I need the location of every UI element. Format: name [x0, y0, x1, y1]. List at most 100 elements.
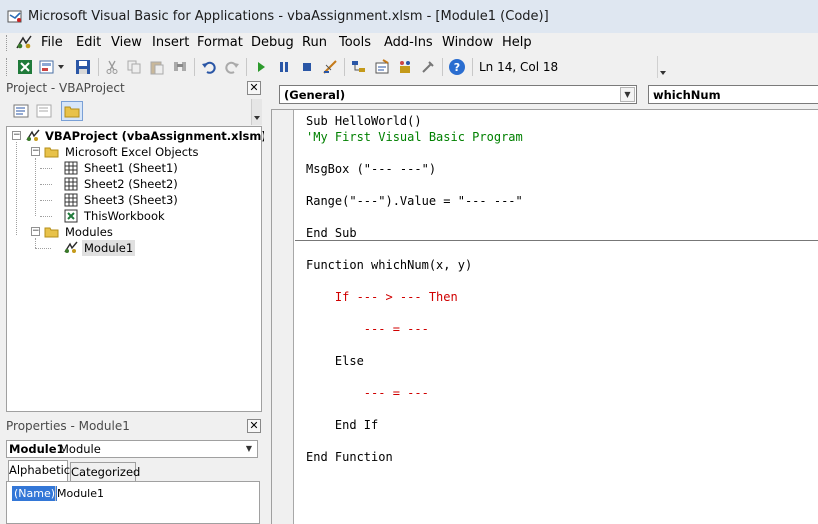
menu-window[interactable]: Window — [442, 35, 493, 50]
tab-categorized[interactable]: Categorized — [70, 462, 140, 482]
toolbar-options-button[interactable] — [657, 56, 669, 78]
vba-document-icon[interactable] — [14, 34, 34, 52]
menu-debug[interactable]: Debug — [251, 35, 294, 50]
cursor-position-status: Ln 14, Col 18 — [479, 60, 559, 74]
object-browser-icon[interactable] — [396, 58, 414, 76]
paste-icon[interactable] — [148, 58, 166, 76]
project-panel-close-button[interactable]: ✕ — [247, 81, 261, 95]
cut-icon[interactable] — [103, 58, 121, 76]
properties-window-icon[interactable] — [373, 58, 391, 76]
tree-line — [35, 238, 36, 248]
redo-icon[interactable] — [223, 58, 241, 76]
properties-object-name: Module1 — [9, 442, 65, 456]
folder-open-icon — [44, 227, 59, 238]
menu-edit[interactable]: Edit — [76, 35, 101, 50]
property-name-label: (Name) — [12, 486, 58, 501]
view-object-icon[interactable] — [33, 101, 55, 121]
modules-collapse-toggle[interactable]: − — [31, 227, 40, 236]
code-line[interactable]: End Sub — [306, 225, 357, 241]
properties-object-combo[interactable]: Module1 Module ▼ — [6, 440, 258, 458]
project-explorer-icon[interactable] — [350, 58, 368, 76]
toolbar-separator — [442, 58, 443, 76]
worksheet-icon — [64, 161, 78, 175]
tree-item-thisworkbook[interactable]: ThisWorkbook — [84, 208, 165, 224]
menu-format[interactable]: Format — [197, 35, 243, 50]
code-editor[interactable]: Sub HelloWorld() 'My First Visual Basic P… — [271, 109, 818, 524]
procedure-separator — [295, 240, 818, 241]
chevron-down-icon[interactable]: ▼ — [620, 87, 635, 102]
object-combo-value: (General) — [284, 88, 346, 102]
find-icon[interactable] — [171, 58, 189, 76]
view-code-icon[interactable] — [10, 101, 32, 121]
project-toolbar-scroll[interactable] — [251, 99, 262, 125]
standard-toolbar: ? Ln 14, Col 18 — [0, 55, 670, 79]
tree-item-sheet1[interactable]: Sheet1 (Sheet1) — [84, 160, 178, 176]
save-icon[interactable] — [74, 58, 92, 76]
tree-line — [40, 168, 52, 169]
menu-bar: File Edit View Insert Format Debug Run T… — [0, 33, 818, 53]
property-row-name[interactable]: (Name) Module1 — [11, 486, 257, 501]
tree-item-sheet2[interactable]: Sheet2 (Sheet2) — [84, 176, 178, 192]
run-icon[interactable] — [252, 58, 270, 76]
reset-icon[interactable] — [298, 58, 316, 76]
code-line[interactable]: Sub HelloWorld() — [306, 113, 422, 129]
project-panel-header: Project - VBAProject — [0, 79, 264, 97]
menu-file[interactable]: File — [41, 35, 63, 50]
tree-item-module1[interactable]: Module1 — [82, 240, 136, 256]
object-combo[interactable]: (General) ▼ — [279, 85, 637, 104]
menu-grip[interactable] — [6, 35, 9, 51]
code-line[interactable]: --- = --- — [306, 321, 429, 337]
toolbar-separator — [344, 58, 345, 76]
menu-tools[interactable]: Tools — [339, 35, 371, 50]
vba-project-icon — [26, 129, 40, 141]
tree-item-sheet3[interactable]: Sheet3 (Sheet3) — [84, 192, 178, 208]
help-icon[interactable]: ? — [448, 58, 466, 76]
code-line[interactable]: MsgBox ("--- ---") — [306, 161, 436, 177]
code-window-header: (General) ▼ whichNum — [271, 80, 818, 108]
tree-item-vbaproject[interactable]: VBAProject (vbaAssignment.xlsm) — [45, 128, 267, 144]
menu-insert[interactable]: Insert — [152, 35, 189, 50]
tree-item-modules[interactable]: Modules — [65, 224, 113, 240]
insert-dropdown-icon[interactable] — [56, 58, 66, 76]
properties-panel-title: Properties - Module1 — [6, 419, 130, 433]
vba-app-icon — [7, 10, 22, 23]
excel-objects-collapse-toggle[interactable]: − — [31, 147, 40, 156]
menu-add-ins[interactable]: Add-Ins — [384, 35, 433, 50]
design-mode-icon[interactable] — [321, 58, 339, 76]
code-line[interactable]: End Function — [306, 449, 393, 465]
undo-icon[interactable] — [200, 58, 218, 76]
code-line[interactable]: --- = --- — [306, 385, 429, 401]
tree-line — [40, 184, 52, 185]
worksheet-icon — [64, 193, 78, 207]
code-line[interactable]: Else — [306, 353, 364, 369]
code-margin-indicator-bar[interactable] — [272, 110, 294, 524]
toolbox-icon[interactable] — [419, 58, 437, 76]
insert-module-icon[interactable] — [38, 58, 56, 76]
menu-view[interactable]: View — [111, 35, 142, 50]
code-line[interactable]: Range("---").Value = "--- ---" — [306, 193, 523, 209]
copy-icon[interactable] — [125, 58, 143, 76]
property-name-value[interactable]: Module1 — [57, 486, 104, 501]
toolbar-separator — [98, 58, 99, 76]
break-icon[interactable] — [275, 58, 293, 76]
property-divider — [55, 486, 56, 501]
tab-alphabetic[interactable]: Alphabetic — [8, 460, 70, 482]
excel-icon[interactable] — [16, 58, 34, 76]
code-line[interactable]: End If — [306, 417, 378, 433]
chevron-down-icon[interactable]: ▼ — [241, 441, 257, 457]
menu-run[interactable]: Run — [302, 35, 327, 50]
properties-panel-close-button[interactable]: ✕ — [247, 419, 261, 433]
procedure-combo[interactable]: whichNum — [648, 85, 818, 104]
toolbar-grip[interactable] — [6, 58, 9, 76]
tree-item-excel-objects[interactable]: Microsoft Excel Objects — [65, 144, 199, 160]
toggle-folders-icon[interactable] — [61, 101, 83, 121]
svg-text:?: ? — [454, 61, 460, 74]
properties-grid: (Name) Module1 — [6, 481, 260, 524]
code-line[interactable]: If --- > --- Then — [306, 289, 458, 305]
menu-help[interactable]: Help — [502, 35, 532, 50]
properties-panel-header: Properties - Module1 — [0, 417, 264, 435]
panel-splitter[interactable] — [264, 80, 270, 524]
root-collapse-toggle[interactable]: − — [12, 131, 21, 140]
code-line[interactable]: 'My First Visual Basic Program — [306, 129, 523, 145]
code-line[interactable]: Function whichNum(x, y) — [306, 257, 472, 273]
